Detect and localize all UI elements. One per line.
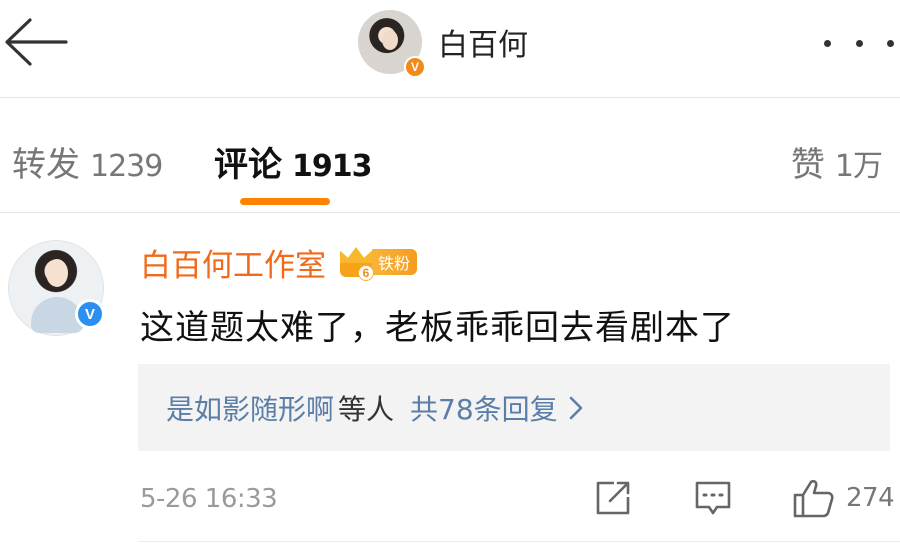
comment-text: 这道题太难了，老板乖乖回去看剧本了 <box>140 308 735 348</box>
tab-likes[interactable]: 赞 1万 <box>790 137 883 186</box>
first-replier[interactable]: 是如影随形啊 <box>166 388 334 428</box>
fan-level: 6 <box>358 265 374 281</box>
verified-badge-icon: V <box>75 299 105 329</box>
thumbs-up-icon <box>793 479 834 518</box>
tab-count: 1913 <box>292 149 372 184</box>
tab-label: 评论 <box>214 145 282 185</box>
comment-avatar[interactable]: V <box>8 240 105 336</box>
top-bar: V 白百何 <box>0 0 900 98</box>
avatar-face <box>382 30 398 50</box>
more-dots-icon <box>824 39 831 47</box>
verified-badge-icon: V <box>404 56 426 78</box>
share-button[interactable] <box>594 478 632 518</box>
active-tab-indicator <box>240 198 330 205</box>
reply-button[interactable] <box>694 478 732 518</box>
replies-etc: 等人 <box>338 392 395 426</box>
back-arrow-icon <box>5 18 68 66</box>
tab-forward[interactable]: 转发 1239 <box>12 137 163 186</box>
chevron-right-icon <box>569 396 582 419</box>
more-dots-icon <box>855 39 863 47</box>
page-title: 白百何 <box>438 28 528 63</box>
tab-label: 赞 <box>790 145 825 185</box>
comment-icon <box>695 481 731 515</box>
header-user[interactable]: V 白百何 <box>358 10 528 78</box>
tab-bar: 转发 1239 评论 1913 赞 1万 <box>0 99 900 213</box>
fan-badge[interactable]: 6 铁粉 <box>338 245 418 281</box>
avatar-face <box>46 259 68 287</box>
comment-author-row: 白百何工作室 6 铁粉 <box>140 240 418 285</box>
share-icon <box>596 481 630 515</box>
more-dots-icon <box>887 39 894 47</box>
tab-label: 转发 <box>12 145 80 185</box>
comment-item: V 白百何工作室 6 铁粉 这道题太难了，老板乖乖回去看剧本了 是如影随形啊 等… <box>0 214 900 549</box>
tab-count: 1万 <box>834 149 883 184</box>
tab-count: 1239 <box>90 149 163 184</box>
replies-preview[interactable]: 是如影随形啊 等人 共78条回复 <box>138 364 890 451</box>
comment-time: 5-26 16:33 <box>140 484 278 514</box>
divider <box>138 541 900 542</box>
tab-comments[interactable]: 评论 1913 <box>214 137 372 186</box>
crown-icon: 6 <box>338 245 374 281</box>
like-count: 274 <box>846 483 895 513</box>
like-button[interactable]: 274 <box>792 478 895 518</box>
comment-author[interactable]: 白百何工作室 <box>140 240 326 285</box>
fan-badge-label: 铁粉 <box>372 249 418 275</box>
replies-total[interactable]: 共78条回复 <box>410 388 558 428</box>
more-button[interactable] <box>824 28 894 58</box>
avatar[interactable]: V <box>358 10 426 78</box>
back-button[interactable] <box>0 14 70 70</box>
